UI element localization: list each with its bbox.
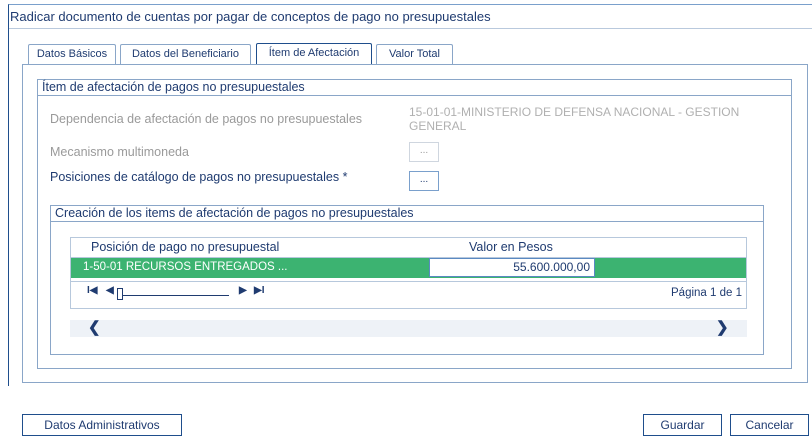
mecanismo-multimoneda-button[interactable]: ... xyxy=(409,142,439,162)
previous-page-icon[interactable]: ◀ xyxy=(106,285,114,296)
mecanismo-multimoneda-label: Mecanismo multimoneda xyxy=(50,145,189,159)
item-afectacion-title: Ítem de afectación de pagos no presupues… xyxy=(38,80,791,96)
cell-valor-input[interactable]: 55.600.000,00 xyxy=(429,258,595,277)
items-grid: Posición de pago no presupuestal Valor e… xyxy=(70,237,747,309)
pager-divider xyxy=(71,281,746,282)
cell-posicion: 1-50-01 RECURSOS ENTREGADOS ... xyxy=(83,261,288,273)
tab-item-afectacion[interactable]: Ítem de Afectación xyxy=(256,43,372,65)
page-slider-thumb[interactable] xyxy=(117,288,123,300)
creacion-items-title: Creación de los items de afectación de p… xyxy=(51,206,763,222)
first-page-icon[interactable]: I◀ xyxy=(87,285,97,296)
cancelar-button[interactable]: Cancelar xyxy=(730,414,809,436)
column-header-valor: Valor en Pesos xyxy=(469,240,553,254)
page-info: Página 1 de 1 xyxy=(671,287,742,299)
horizontal-scrollbar[interactable]: ❮ ❯ xyxy=(70,320,747,337)
posiciones-catalogo-button[interactable]: ... xyxy=(409,171,439,191)
guardar-button[interactable]: Guardar xyxy=(643,414,722,436)
next-page-icon[interactable]: ▶ xyxy=(239,285,247,296)
column-header-posicion: Posición de pago no presupuestal xyxy=(91,240,280,254)
dependencia-value-line1: 15-01-01-MINISTERIO DE DEFENSA NACIONAL … xyxy=(409,105,740,119)
title-divider xyxy=(9,28,812,29)
page-slider-track[interactable] xyxy=(117,295,229,296)
tab-datos-beneficiario[interactable]: Datos del Beneficiario xyxy=(120,44,251,65)
window-title: Radicar documento de cuentas por pagar d… xyxy=(10,9,491,24)
datos-administrativos-button[interactable]: Datos Administrativos xyxy=(22,414,182,436)
tab-datos-basicos[interactable]: Datos Básicos xyxy=(28,44,116,65)
last-page-icon[interactable]: ▶I xyxy=(254,285,264,296)
dependencia-value-line2: GENERAL xyxy=(409,119,467,133)
tab-valor-total[interactable]: Valor Total xyxy=(376,44,453,65)
dependencia-label: Dependencia de afectación de pagos no pr… xyxy=(50,112,363,126)
table-row[interactable]: 1-50-01 RECURSOS ENTREGADOS ... 55.600.0… xyxy=(71,258,746,278)
pager: I◀ ◀ ▶ ▶I Página 1 de 1 xyxy=(71,285,746,305)
posiciones-catalogo-label: Posiciones de catálogo de pagos no presu… xyxy=(50,170,348,184)
scroll-right-icon[interactable]: ❯ xyxy=(716,320,729,336)
scroll-left-icon[interactable]: ❮ xyxy=(88,320,101,336)
grid-header: Posición de pago no presupuestal Valor e… xyxy=(71,238,746,258)
